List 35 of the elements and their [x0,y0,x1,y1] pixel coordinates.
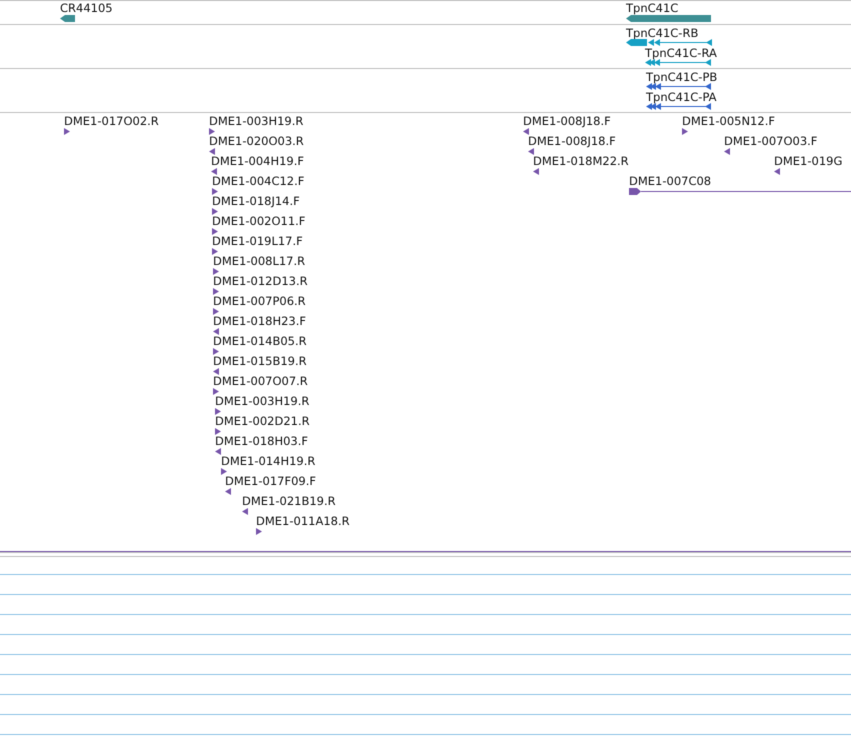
feature-label: DME1-003H19.R [215,395,310,408]
feature-label: DME1-008J18.F [528,135,616,148]
feature-label: DME1-005N12.F [682,115,775,128]
feature-label: TpnC41C-RA [645,47,717,60]
feature-label: DME1-018M22.R [533,155,629,168]
feature-label: DME1-019G [774,155,842,168]
feature-label: DME1-020O03.R [209,135,304,148]
feature-label: DME1-018H23.F [213,315,306,328]
feature-label: DME1-021B19.R [242,495,336,508]
feature-label: DME1-007P06.R [213,295,306,308]
feature-label: CR44105 [60,2,113,15]
feature-label: DME1-007O03.F [724,135,818,148]
feature-label: DME1-012D13.R [213,275,308,288]
feature-label: DME1-014B05.R [213,335,307,348]
feature-label: DME1-002D21.R [215,415,310,428]
feature-label: DME1-014H19.R [221,455,316,468]
feature-label: DME1-011A18.R [256,515,350,528]
feature-label: DME1-018J14.F [212,195,300,208]
feature-label: DME1-002O11.F [212,215,306,228]
feature-label: DME1-015B19.R [213,355,307,368]
feature-label: DME1-017F09.F [225,475,316,488]
feature-label: DME1-004H19.F [211,155,304,168]
feature-label: DME1-019L17.F [212,235,303,248]
feature-label: DME1-008L17.R [213,255,306,268]
feature-label: DME1-008J18.F [523,115,611,128]
feature-label: TpnC41C [626,2,678,15]
feature-label: DME1-018H03.F [215,435,308,448]
feature-label: DME1-007O07.R [213,375,308,388]
feature-label: DME1-007C08 [629,175,712,188]
feature-label: TpnC41C-RB [626,27,698,40]
feature-label: TpnC41C-PA [646,91,717,104]
feature-label: DME1-017O02.R [64,115,159,128]
feature-label: TpnC41C-PB [646,71,718,84]
feature-label: DME1-003H19.R [209,115,304,128]
feature-label: DME1-004C12.F [212,175,304,188]
